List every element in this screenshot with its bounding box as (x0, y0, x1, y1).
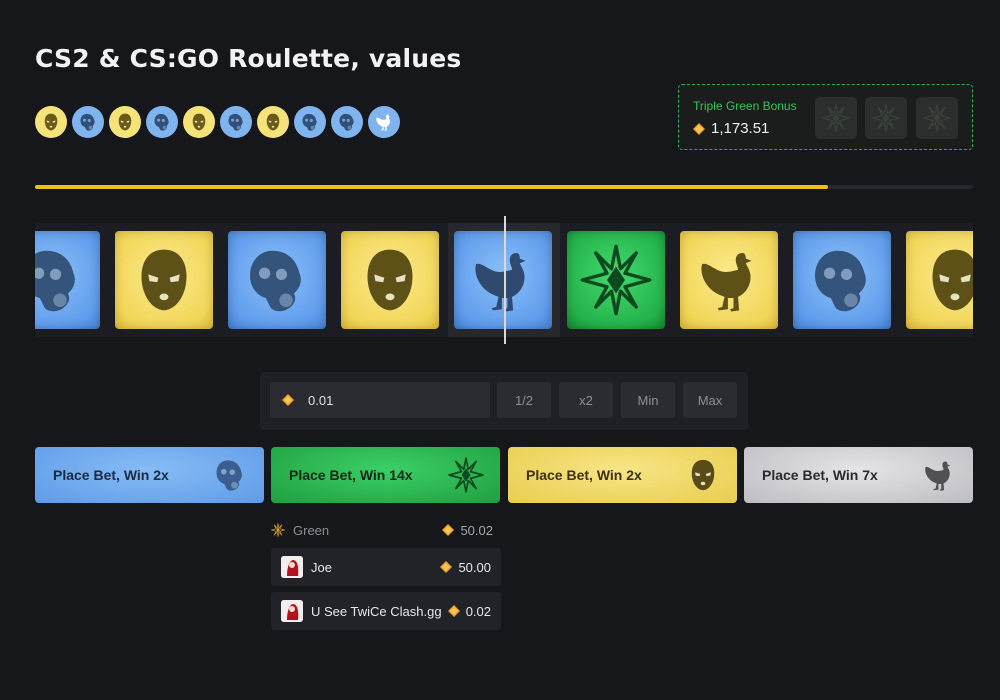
bonus-label: Triple Green Bonus (693, 99, 797, 113)
balaclava-icon (115, 112, 135, 132)
green-bets-label: Green (293, 522, 330, 538)
avatar-image (281, 556, 303, 578)
gasmask-icon (337, 112, 357, 132)
roulette-tile (341, 231, 439, 329)
bettor-name: U See TwiCe Clash.gg (311, 603, 442, 619)
page-title: CS2 & CS:GO Roulette, values (35, 44, 462, 73)
place-bet-label: Place Bet, Win 7x (762, 467, 878, 483)
roulette-tile (115, 231, 213, 329)
history-item (146, 106, 178, 138)
green-diamond-icon (872, 104, 900, 132)
balaclava-icon (263, 112, 283, 132)
roulette-tile (906, 231, 973, 329)
roulette-tile (454, 231, 552, 329)
green-diamond-icon (580, 244, 652, 316)
green-diamond-icon (822, 104, 850, 132)
bettor-name: Joe (311, 559, 332, 575)
min-bet-button[interactable]: Min (621, 382, 675, 418)
history-item (72, 106, 104, 138)
roulette-tile (228, 231, 326, 329)
bet-amount-input[interactable]: 0.01 (270, 382, 490, 418)
place-bet-label: Place Bet, Win 2x (526, 467, 642, 483)
gasmask-icon (226, 112, 246, 132)
roulette-tile (680, 231, 778, 329)
bonus-slot-2 (865, 97, 907, 139)
place-bet-ct-button[interactable]: Place Bet, Win 2x (35, 447, 264, 503)
chicken-icon (467, 244, 539, 316)
coin-icon (442, 524, 455, 536)
bonus-slot-1 (815, 97, 857, 139)
green-bets-summary: Green 50.02 (271, 518, 501, 542)
bettor-row: Joe 50.00 (271, 548, 501, 586)
history-item (220, 106, 252, 138)
green-diamond-icon (923, 104, 951, 132)
bonus-amount: 1,173.51 (693, 120, 769, 137)
balaclava-icon (919, 244, 973, 316)
place-bet-label: Place Bet, Win 2x (53, 467, 169, 483)
history-item (183, 106, 215, 138)
balaclava-icon (41, 112, 61, 132)
avatar (281, 600, 303, 622)
bettor-amount: 0.02 (447, 603, 491, 619)
roulette-marker (504, 216, 506, 344)
bettor-amount: 50.00 (440, 560, 491, 575)
balaclava-icon (189, 112, 209, 132)
avatar-image (281, 600, 303, 622)
gasmask-icon (35, 244, 87, 316)
gasmask-icon (78, 112, 98, 132)
green-diamond-icon (448, 457, 484, 493)
history-item (257, 106, 289, 138)
round-timer-bar (35, 185, 973, 189)
roulette-tile (35, 231, 100, 329)
gasmask-icon (300, 112, 320, 132)
roulette-tile (793, 231, 891, 329)
roulette-tile (567, 231, 665, 329)
round-timer-fill (35, 185, 828, 189)
coin-icon (282, 394, 294, 406)
balaclava-icon (128, 244, 200, 316)
balaclava-icon (354, 244, 426, 316)
gasmask-icon (212, 457, 248, 493)
history-item (35, 106, 67, 138)
history-item (294, 106, 326, 138)
bet-amount-value: 0.01 (308, 392, 334, 408)
place-bet-chicken-button[interactable]: Place Bet, Win 7x (744, 447, 973, 503)
triple-green-bonus-panel: Triple Green Bonus 1,173.51 (678, 84, 973, 150)
max-bet-button[interactable]: Max (683, 382, 737, 418)
coin-icon (440, 561, 453, 573)
place-bet-green-button[interactable]: Place Bet, Win 14x (271, 447, 500, 503)
gasmask-icon (241, 244, 313, 316)
gasmask-icon (806, 244, 878, 316)
chicken-icon (921, 457, 957, 493)
bettor-amount-value: 50.00 (458, 559, 491, 575)
bonus-amount-value: 1,173.51 (711, 120, 770, 137)
roll-history (35, 106, 400, 138)
bettor-row: U See TwiCe Clash.gg 0.02 (271, 592, 501, 630)
place-bet-t-button[interactable]: Place Bet, Win 2x (508, 447, 737, 503)
history-item (331, 106, 363, 138)
gasmask-icon (152, 112, 172, 132)
half-bet-button[interactable]: 1/2 (497, 382, 551, 418)
chicken-icon (374, 112, 394, 132)
coin-icon (693, 122, 705, 135)
green-bets-total-value: 50.02 (460, 522, 493, 538)
history-item (109, 106, 141, 138)
bettor-amount-value: 0.02 (465, 603, 491, 619)
history-item (368, 106, 400, 138)
balaclava-icon (685, 457, 721, 493)
bonus-slot-3 (916, 97, 958, 139)
green-diamond-icon (271, 523, 285, 537)
chicken-icon (693, 244, 765, 316)
avatar (281, 556, 303, 578)
green-bets-total: 50.02 (442, 523, 493, 538)
coin-icon (447, 605, 460, 617)
double-bet-button[interactable]: x2 (559, 382, 613, 418)
place-bet-label: Place Bet, Win 14x (289, 467, 413, 483)
bet-controls: 0.01 1/2 x2 Min Max (260, 372, 748, 430)
